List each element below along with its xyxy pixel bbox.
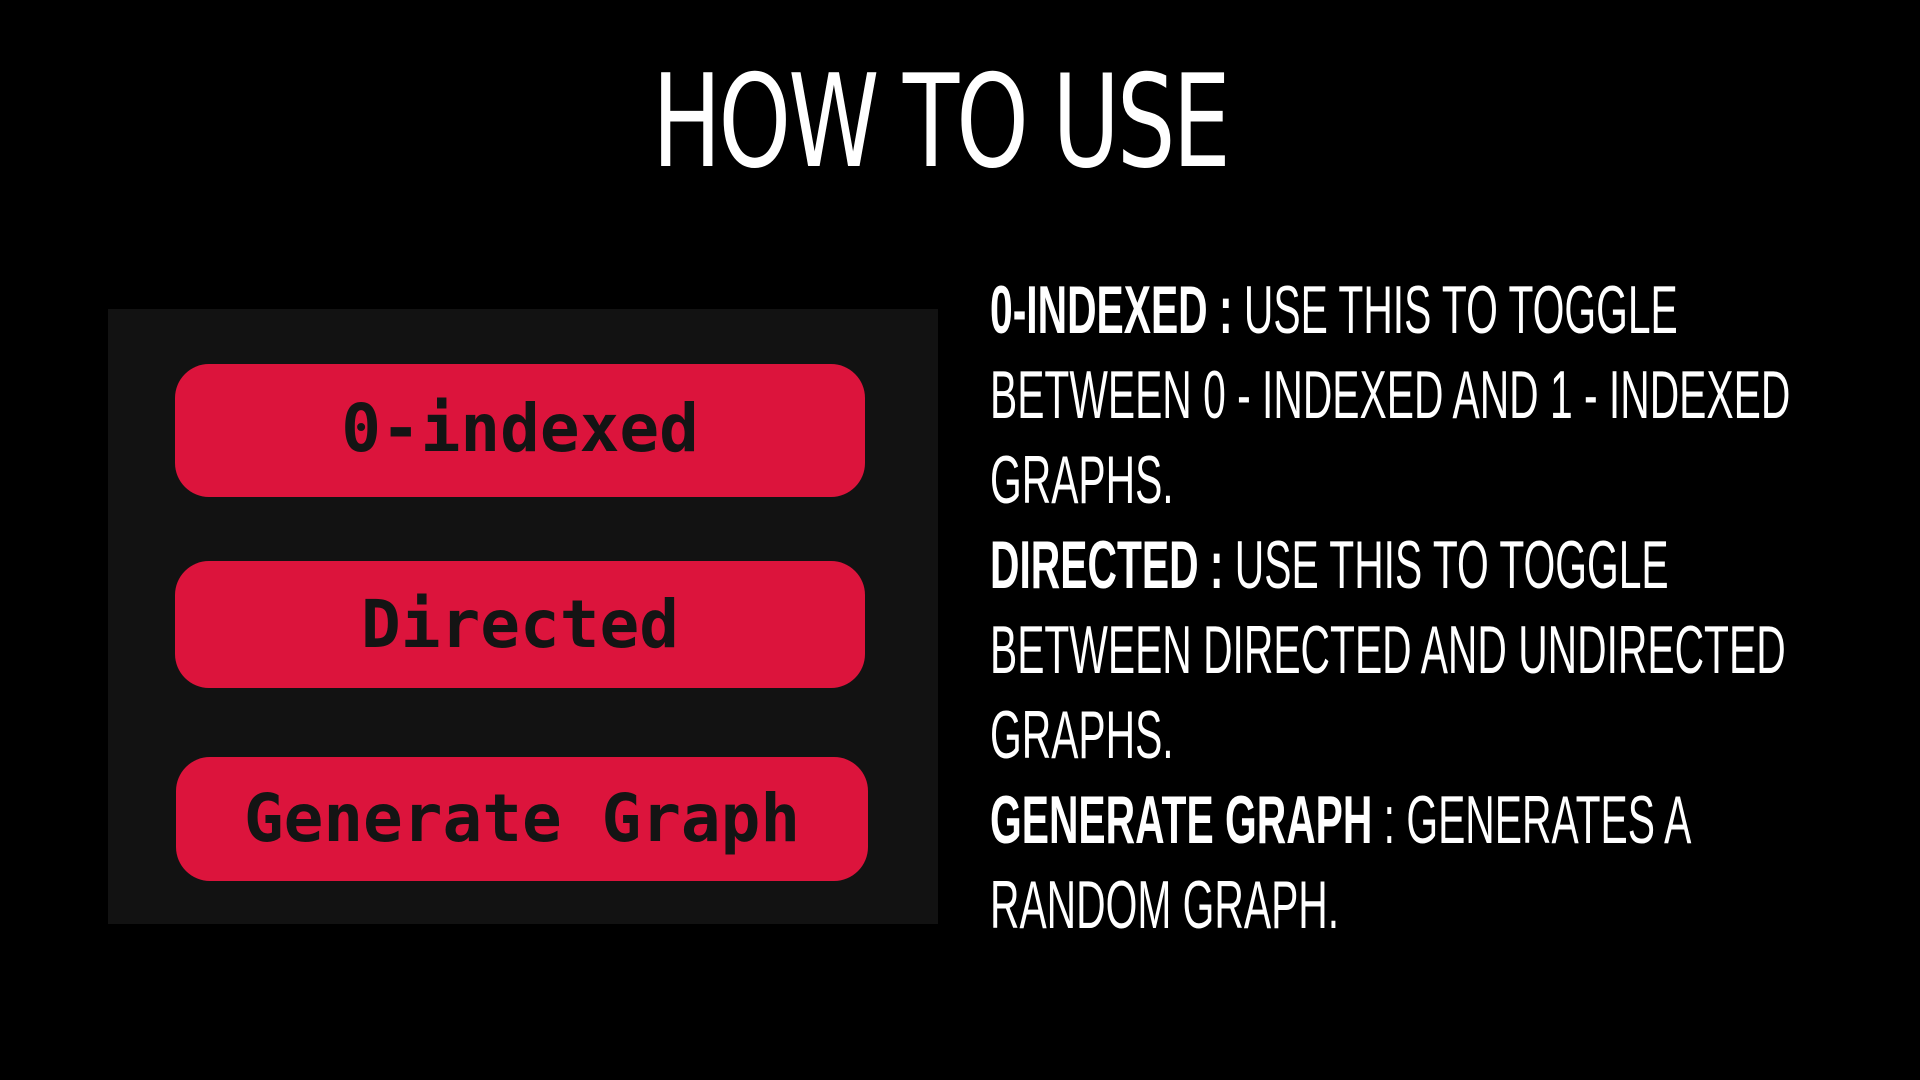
term-separator: : (1198, 527, 1235, 603)
button-panel: 0-indexed Directed Generate Graph (108, 309, 938, 924)
instruction-text: BETWEEN DIRECTED AND UNDIRECTED (990, 612, 1786, 688)
instruction-text: GRAPHS. (990, 697, 1174, 773)
page-title: HOW TO USE (652, 48, 1231, 197)
term-separator: : (1372, 782, 1407, 858)
instruction-text: RANDOM GRAPH. (990, 867, 1340, 943)
slide: HOW TO USE 0-indexed Directed Generate G… (0, 0, 1920, 1080)
term-directed: DIRECTED (990, 527, 1199, 603)
instruction-directed-line-1: DIRECTED : USE THIS TO TOGGLE (990, 523, 1669, 608)
instruction-text: GENERATES A (1406, 782, 1692, 858)
instruction-text: BETWEEN 0 - INDEXED AND 1 - INDEXED (990, 357, 1791, 433)
term-generate-graph: GENERATE GRAPH (990, 782, 1373, 858)
instructions: 0-INDEXED : USE THIS TO TOGGLE BETWEEN 0… (990, 268, 1791, 948)
instruction-text: USE THIS TO TOGGLE (1234, 527, 1669, 603)
zero-indexed-button[interactable]: 0-indexed (175, 364, 865, 497)
instruction-zero-indexed-line-1: 0-INDEXED : USE THIS TO TOGGLE (990, 268, 1678, 353)
directed-button[interactable]: Directed (175, 561, 865, 688)
generate-graph-button[interactable]: Generate Graph (176, 757, 868, 881)
instruction-text: USE THIS TO TOGGLE (1243, 272, 1678, 348)
term-separator: : (1207, 272, 1244, 348)
instruction-text: GRAPHS. (990, 442, 1174, 518)
instruction-generate-graph-line-1: GENERATE GRAPH : GENERATES A (990, 778, 1691, 863)
term-zero-indexed: 0-INDEXED (990, 272, 1208, 348)
